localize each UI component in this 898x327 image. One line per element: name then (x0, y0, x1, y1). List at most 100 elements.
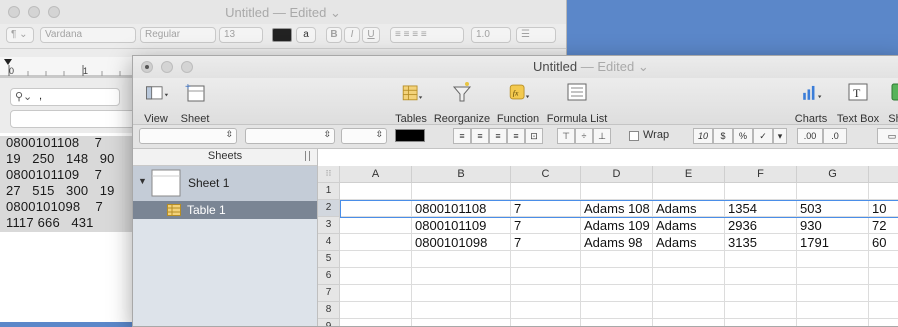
line-spacing-select[interactable]: 1.0 (471, 27, 511, 43)
table-cell[interactable]: Adams (653, 200, 725, 217)
increase-decimals-button[interactable]: .0 (823, 128, 847, 144)
table-cell[interactable]: 0800101098 (412, 234, 511, 251)
table-cell[interactable] (340, 217, 412, 234)
column-header-b[interactable]: B (412, 166, 511, 183)
chevron-down-icon[interactable]: ⌄ (330, 5, 341, 20)
table-cell[interactable] (869, 319, 898, 326)
text-color-well[interactable] (395, 129, 425, 142)
table-cell[interactable]: Adams (653, 234, 725, 251)
charts-button[interactable]: Charts (793, 80, 829, 125)
close-button[interactable] (141, 61, 153, 73)
row-header-8[interactable]: 8 (318, 302, 340, 319)
table-cell[interactable] (653, 183, 725, 200)
table-cell[interactable]: 1791 (797, 234, 869, 251)
table-cell[interactable] (511, 251, 581, 268)
table-cell[interactable]: 7 (511, 217, 581, 234)
align-right-button[interactable]: ≡ (489, 128, 507, 144)
text-color-swatch[interactable] (272, 28, 292, 42)
table-cell[interactable] (581, 251, 653, 268)
table-cell[interactable] (653, 302, 725, 319)
table-cell[interactable]: 0800101108 (412, 200, 511, 217)
table-cell[interactable] (412, 183, 511, 200)
table-cell[interactable] (725, 302, 797, 319)
alignment-group[interactable]: ≡ ≡ ≡ ≡ (390, 27, 464, 43)
row-header-6[interactable]: 6 (318, 268, 340, 285)
table-cell[interactable] (797, 268, 869, 285)
table-cell[interactable] (340, 183, 412, 200)
formula-list-button[interactable]: Formula List (545, 80, 609, 125)
bold-button[interactable]: B (326, 27, 342, 43)
font-size-select[interactable]: ⇳ (341, 128, 387, 144)
zoom-button[interactable] (181, 61, 193, 73)
currency-button[interactable]: $ (713, 128, 733, 144)
row-header-3[interactable]: 3 (318, 217, 340, 234)
table-cell[interactable] (340, 319, 412, 326)
table-cell[interactable]: 7 (511, 200, 581, 217)
number-format-button[interactable]: 10 (693, 128, 713, 144)
table-cell[interactable] (581, 285, 653, 302)
font-size-field[interactable]: 13 (219, 27, 263, 43)
minimize-button[interactable] (161, 61, 173, 73)
table-cell[interactable] (511, 285, 581, 302)
table-cell[interactable]: 72 (869, 217, 898, 234)
table-cell[interactable] (797, 302, 869, 319)
table-cell[interactable]: 0800101109 (412, 217, 511, 234)
table-cell[interactable] (869, 268, 898, 285)
table-cell[interactable] (581, 319, 653, 326)
row-header-4[interactable]: 4 (318, 234, 340, 251)
table-cell[interactable]: 60 (869, 234, 898, 251)
table-cell[interactable] (725, 251, 797, 268)
table-cell[interactable] (412, 251, 511, 268)
checkbox-format-button[interactable]: ✓ (753, 128, 773, 144)
column-header-g[interactable]: G (797, 166, 869, 183)
table-cell[interactable]: Adams 109 (581, 217, 653, 234)
font-style-select[interactable]: Regular (140, 27, 216, 43)
table-cell[interactable] (511, 302, 581, 319)
splitter-handle[interactable] (305, 151, 310, 161)
disclosure-triangle-icon[interactable]: ▼ (138, 176, 147, 186)
table-cell[interactable] (412, 319, 511, 326)
sidebar-item-sheet-1[interactable]: ▼ Sheet 1 (133, 166, 317, 201)
table-cell[interactable]: Adams (653, 217, 725, 234)
column-header-a[interactable]: A (340, 166, 412, 183)
table-cell[interactable] (340, 285, 412, 302)
table-cell[interactable] (340, 200, 412, 217)
underline-button[interactable]: U (362, 27, 380, 43)
table-cell[interactable]: Adams 108 (581, 200, 653, 217)
table-cell[interactable] (340, 302, 412, 319)
table-cell[interactable] (653, 268, 725, 285)
table-cell[interactable] (725, 319, 797, 326)
table-cell[interactable] (581, 302, 653, 319)
replace-field[interactable] (10, 110, 140, 128)
row-header-2[interactable]: 2 (318, 200, 340, 217)
style-select[interactable]: ⇳ (139, 128, 237, 144)
table-cell[interactable] (340, 251, 412, 268)
table-cell[interactable] (412, 302, 511, 319)
table-cell[interactable]: 503 (797, 200, 869, 217)
font-select[interactable]: ⇳ (245, 128, 335, 144)
table-cell[interactable] (725, 268, 797, 285)
valign-top-button[interactable]: ⊤ (557, 128, 575, 144)
tables-button[interactable]: Tables (391, 80, 431, 125)
sheet-button[interactable]: + Sheet (177, 80, 213, 125)
table-cell[interactable]: 7 (511, 234, 581, 251)
table-format-button[interactable]: ▭ (877, 128, 898, 144)
table-canvas[interactable]: ⁝⁝ ABCDEFG 123456789 0800101108 7 Adams 10… (318, 149, 898, 326)
table-cell[interactable] (797, 183, 869, 200)
decrease-decimals-button[interactable]: .00 (797, 128, 823, 144)
table-cell[interactable] (869, 302, 898, 319)
select-all-corner[interactable]: ⁝⁝ (318, 166, 340, 183)
reorganize-button[interactable]: Reorganize (433, 80, 491, 125)
valign-bottom-button[interactable]: ⊥ (593, 128, 611, 144)
table-cell[interactable] (511, 183, 581, 200)
find-field[interactable]: ⚲⌄ , (10, 88, 120, 106)
italic-button[interactable]: I (344, 27, 360, 43)
table-cell[interactable] (797, 285, 869, 302)
table-cell[interactable] (511, 268, 581, 285)
table-cell[interactable]: 10 (869, 200, 898, 217)
percent-button[interactable]: % (733, 128, 753, 144)
table-cell[interactable] (412, 268, 511, 285)
table-cell[interactable] (581, 268, 653, 285)
table-cell[interactable]: 930 (797, 217, 869, 234)
table-cell[interactable] (581, 183, 653, 200)
